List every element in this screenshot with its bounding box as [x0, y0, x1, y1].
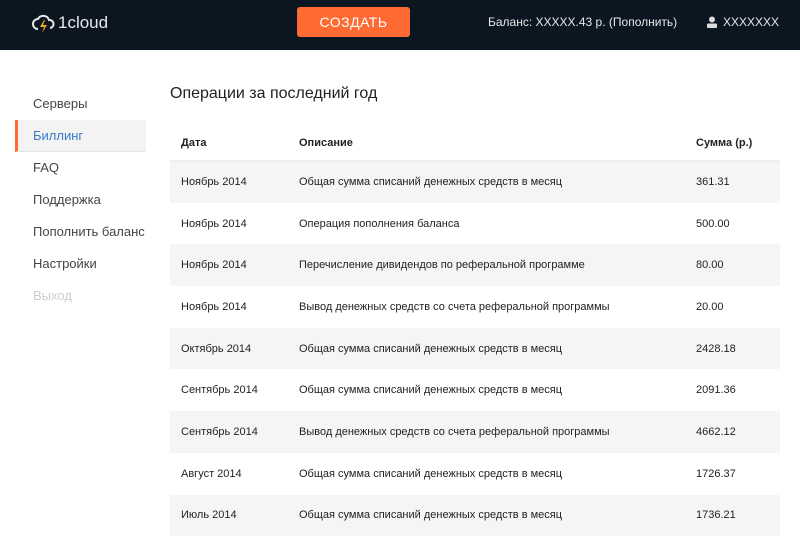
- cell-description: Общая сумма списаний денежных средств в …: [299, 384, 563, 397]
- cell-description: Вывод денежных средств со счета рефераль…: [288, 411, 685, 453]
- sidebar-item-support[interactable]: Поддержка: [15, 184, 146, 216]
- cell-amount: 500.00: [696, 217, 730, 230]
- table-row: Ноябрь 2014 Перечисление дивидендов по ре…: [170, 244, 780, 287]
- user-icon: [707, 16, 717, 28]
- cell-description: Вывод денежных средств со счета рефераль…: [299, 300, 610, 313]
- cell-date: Ноябрь 2014: [181, 217, 247, 230]
- sidebar-item-servers[interactable]: Серверы: [15, 88, 146, 120]
- sidebar: Серверы Биллинг FAQ Поддержка Пополнить …: [15, 88, 146, 312]
- cell-amount: 4662.12: [685, 411, 780, 453]
- table-row: Октябрь 2014 Общая сумма списаний денежны…: [170, 327, 780, 370]
- balance-link[interactable]: Баланс: XXXXX.43 р. (Пополнить): [488, 15, 677, 29]
- cloud-bolt-icon: [32, 14, 55, 33]
- cell-description: Общая сумма списаний денежных средств в …: [288, 494, 685, 537]
- sidebar-item-topup[interactable]: Пополнить баланс: [15, 216, 146, 248]
- cell-amount: 20.00: [696, 300, 724, 313]
- column-description: Описание: [288, 125, 685, 162]
- sidebar-item-faq[interactable]: FAQ: [15, 152, 146, 184]
- cell-description: Общая сумма списаний денежных средств в …: [288, 327, 685, 370]
- cell-description: Общая сумма списаний денежных средств в …: [299, 467, 563, 480]
- main-content: Операции за последний год Дата Описание …: [170, 85, 780, 537]
- page-title: Операции за последний год: [170, 85, 378, 102]
- cell-description: Операция пополнения баланса: [299, 217, 460, 230]
- user-menu[interactable]: XXXXXXX: [706, 15, 779, 29]
- cell-date: Ноябрь 2014: [181, 300, 247, 313]
- table-row: Ноябрь 2014 Вывод денежных средств со сче…: [170, 286, 780, 328]
- cell-amount: 2091.36: [696, 384, 736, 397]
- cell-description: Перечисление дивидендов по реферальной п…: [288, 244, 685, 287]
- username: XXXXXXX: [723, 15, 780, 29]
- cell-date: Август 2014: [181, 467, 242, 480]
- cell-amount: 1726.37: [696, 467, 736, 480]
- table-row: Ноябрь 2014 Операция пополнения баланса 50…: [170, 203, 780, 245]
- sidebar-item-settings[interactable]: Настройки: [15, 248, 146, 280]
- sidebar-item-billing[interactable]: Биллинг: [15, 120, 146, 152]
- cell-amount: 1736.21: [685, 494, 780, 537]
- cell-date: Сентябрь 2014: [170, 411, 288, 453]
- column-amount: Сумма (р.): [685, 125, 780, 162]
- table-row: Июль 2014 Общая сумма списаний денежных с…: [170, 494, 780, 537]
- logo-text: 1cloud: [58, 13, 109, 32]
- table-row: Сентябрь 2014 Вывод денежных средств со с…: [170, 411, 780, 453]
- cell-amount: 80.00: [685, 244, 780, 287]
- cell-description: Общая сумма списаний денежных средств в …: [288, 161, 685, 203]
- table-row: Сентябрь 2014 Общая сумма списаний денежн…: [170, 369, 780, 411]
- table-row: Август 2014 Общая сумма списаний денежных…: [170, 453, 780, 495]
- cell-amount: 361.31: [685, 161, 780, 203]
- cell-date: Ноябрь 2014: [170, 161, 288, 203]
- cell-date: Ноябрь 2014: [170, 244, 288, 287]
- column-date: Дата: [170, 125, 288, 162]
- create-button[interactable]: СОЗДАТЬ: [297, 7, 410, 37]
- table-row: Ноябрь 2014 Общая сумма списаний денежных…: [170, 161, 780, 203]
- cell-date: Сентябрь 2014: [181, 384, 258, 397]
- top-bar: 1cloud СОЗДАТЬ Баланс: XXXXX.43 р. (Попо…: [0, 0, 800, 50]
- operations-table: Дата Описание Сумма (р.) Ноябрь 2014 Обща…: [170, 125, 780, 537]
- logo[interactable]: 1cloud: [32, 12, 108, 34]
- sidebar-item-logout[interactable]: Выход: [15, 280, 146, 312]
- cell-date: Октябрь 2014: [170, 327, 288, 370]
- cell-date: Июль 2014: [170, 494, 288, 537]
- cell-amount: 2428.18: [685, 327, 780, 370]
